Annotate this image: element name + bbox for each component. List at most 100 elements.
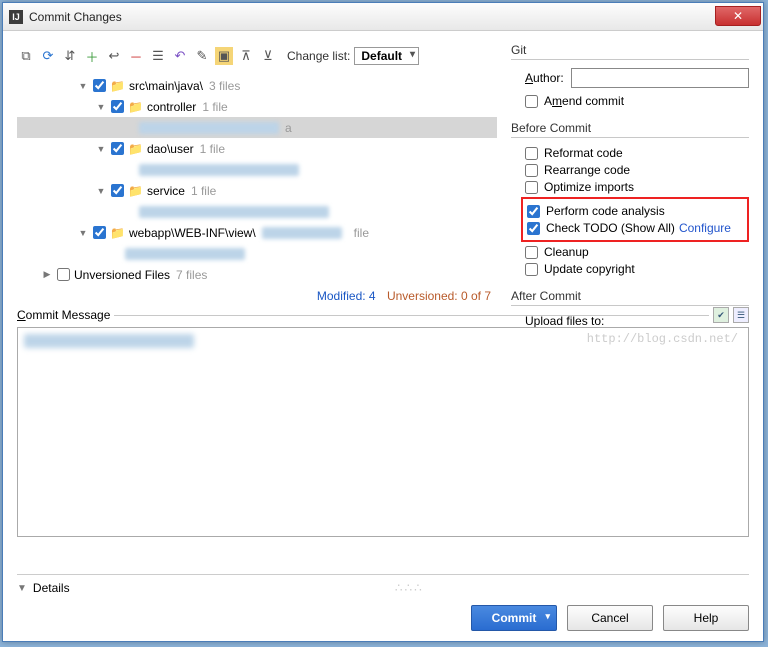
window-title: Commit Changes: [29, 10, 715, 24]
node-label: service: [147, 184, 185, 198]
include-checkbox[interactable]: [93, 226, 106, 239]
node-suffix: a: [285, 121, 292, 135]
twisty-icon[interactable]: ▼: [77, 228, 89, 238]
resize-grip-icon[interactable]: ∴∴∴: [70, 581, 749, 595]
node-label: controller: [147, 100, 196, 114]
include-checkbox[interactable]: [111, 100, 124, 113]
commit-dialog: IJ Commit Changes ✕ ⧉ ⟳ ⇵ ＋ ↩ － ☰ ↶ ✎ ▣ …: [2, 2, 764, 642]
optimize-label: Optimize imports: [544, 180, 634, 194]
author-label: Author:: [525, 71, 571, 85]
git-title: Git: [511, 43, 749, 60]
edit-icon[interactable]: ✎: [193, 47, 211, 65]
todo-configure-link[interactable]: Configure: [679, 221, 731, 235]
include-checkbox[interactable]: [111, 142, 124, 155]
tree-row[interactable]: ▼📁src\main\java\3 files: [17, 75, 497, 96]
before-analysis-row: Perform code analysis: [527, 204, 747, 218]
tree-row[interactable]: ▼📁service1 file: [17, 180, 497, 201]
author-input[interactable]: [571, 68, 749, 88]
close-button[interactable]: ✕: [715, 6, 761, 26]
twisty-icon[interactable]: ▶: [41, 269, 53, 280]
analysis-checkbox[interactable]: [527, 205, 540, 218]
remove-icon[interactable]: －: [127, 47, 145, 65]
twisty-icon[interactable]: ▼: [95, 186, 107, 196]
tree-row[interactable]: [17, 159, 497, 180]
move-icon[interactable]: ⇵: [61, 47, 79, 65]
node-label: src\main\java\: [129, 79, 203, 93]
rearrange-checkbox[interactable]: [525, 164, 538, 177]
app-icon: IJ: [9, 10, 23, 24]
before-todo-row: Check TODO (Show All) Configure: [527, 221, 747, 235]
folder-icon: 📁: [110, 226, 125, 240]
optimize-checkbox[interactable]: [525, 181, 538, 194]
before-title: Before Commit: [511, 121, 749, 138]
include-checkbox[interactable]: [111, 184, 124, 197]
analysis-label: Perform code analysis: [546, 204, 665, 218]
toolbar: ⧉ ⟳ ⇵ ＋ ↩ － ☰ ↶ ✎ ▣ ⊼ ⊻ Change list: Def…: [17, 43, 497, 69]
cancel-button[interactable]: Cancel: [567, 605, 653, 631]
help-button[interactable]: Help: [663, 605, 749, 631]
modified-count: Modified: 4: [317, 289, 376, 303]
folder-icon: 📁: [128, 100, 143, 114]
before-rearrange-row: Rearrange code: [525, 163, 749, 177]
node-suffix: 1 file: [202, 100, 227, 114]
twisty-icon[interactable]: ▼: [95, 144, 107, 154]
changelist-dropdown[interactable]: Default: [354, 47, 419, 65]
show-diff-icon[interactable]: ⧉: [17, 47, 35, 65]
copyright-checkbox[interactable]: [525, 263, 538, 276]
after-title: After Commit: [511, 289, 749, 306]
history-icon[interactable]: ☰: [733, 307, 749, 323]
before-optimize-row: Optimize imports: [525, 180, 749, 194]
tree-row[interactable]: ▼ 📁 dao\user 1 file: [17, 138, 497, 159]
before-copyright-row: Update copyright: [525, 262, 749, 276]
folder-icon: 📁: [128, 142, 143, 156]
changelist-label: Change list:: [287, 49, 350, 63]
todo-label: Check TODO (Show All): [546, 221, 675, 235]
before-cleanup-row: Cleanup: [525, 245, 749, 259]
include-checkbox[interactable]: [57, 268, 70, 281]
node-label: Unversioned Files: [74, 268, 170, 282]
commit-message-header: Commit Message ✔ ☰: [17, 307, 749, 323]
highlighted-checks: Perform code analysis Check TODO (Show Al…: [521, 197, 749, 242]
twisty-icon[interactable]: ▼: [77, 81, 89, 91]
cleanup-label: Cleanup: [544, 245, 589, 259]
stats-bar: Modified: 4 Unversioned: 0 of 7: [17, 285, 497, 307]
node-suffix: 1 file: [191, 184, 216, 198]
tree-row[interactable]: ▶ Unversioned Files 7 files: [17, 264, 497, 285]
tree-row[interactable]: [17, 201, 497, 222]
spellcheck-icon[interactable]: ✔: [713, 307, 729, 323]
changes-tree[interactable]: ▼ 📁 src\main\java\ 3 files ▼ 📁 controller 1 fil…: [17, 75, 497, 285]
filter-icon[interactable]: ⊻: [259, 47, 277, 65]
reformat-checkbox[interactable]: [525, 147, 538, 160]
node-suffix: 7 files: [176, 268, 207, 282]
commit-button[interactable]: Commit: [471, 605, 557, 631]
include-checkbox[interactable]: [93, 79, 106, 92]
tree-row[interactable]: ▼📁webapp\WEB-INF\view\file: [17, 222, 497, 243]
details-label: Details: [33, 581, 70, 595]
collapse-icon[interactable]: ▣: [215, 47, 233, 65]
twisty-icon[interactable]: ▼: [95, 102, 107, 112]
amend-label: Amend commit: [544, 94, 624, 108]
undo-icon[interactable]: ↶: [171, 47, 189, 65]
tree-row[interactable]: ▼ 📁 controller 1 file: [17, 96, 497, 117]
cleanup-checkbox[interactable]: [525, 246, 538, 259]
git-group: Git Author: Amend commit: [511, 43, 749, 111]
before-commit-group: Before Commit Reformat codeRearrange cod…: [511, 121, 749, 279]
expand-icon[interactable]: ⊼: [237, 47, 255, 65]
details-section[interactable]: ▼ Details ∴∴∴: [17, 574, 749, 595]
rollback-icon[interactable]: ↩: [105, 47, 123, 65]
todo-checkbox[interactable]: [527, 222, 540, 235]
tree-row[interactable]: [17, 243, 497, 264]
group-icon[interactable]: ☰: [149, 47, 167, 65]
node-suffix: 1 file: [200, 142, 225, 156]
node-label: dao\user: [147, 142, 194, 156]
commit-message-textarea[interactable]: http://blog.csdn.net/: [17, 327, 749, 537]
unversioned-count: Unversioned: 0 of 7: [387, 289, 491, 303]
titlebar[interactable]: IJ Commit Changes ✕: [3, 3, 763, 31]
tree-row[interactable]: a: [17, 117, 497, 138]
details-twisty-icon[interactable]: ▼: [17, 583, 27, 594]
add-icon[interactable]: ＋: [83, 47, 101, 65]
refresh-icon[interactable]: ⟳: [39, 47, 57, 65]
node-suffix: file: [354, 226, 369, 240]
node-suffix: 3 files: [209, 79, 240, 93]
amend-checkbox[interactable]: [525, 95, 538, 108]
